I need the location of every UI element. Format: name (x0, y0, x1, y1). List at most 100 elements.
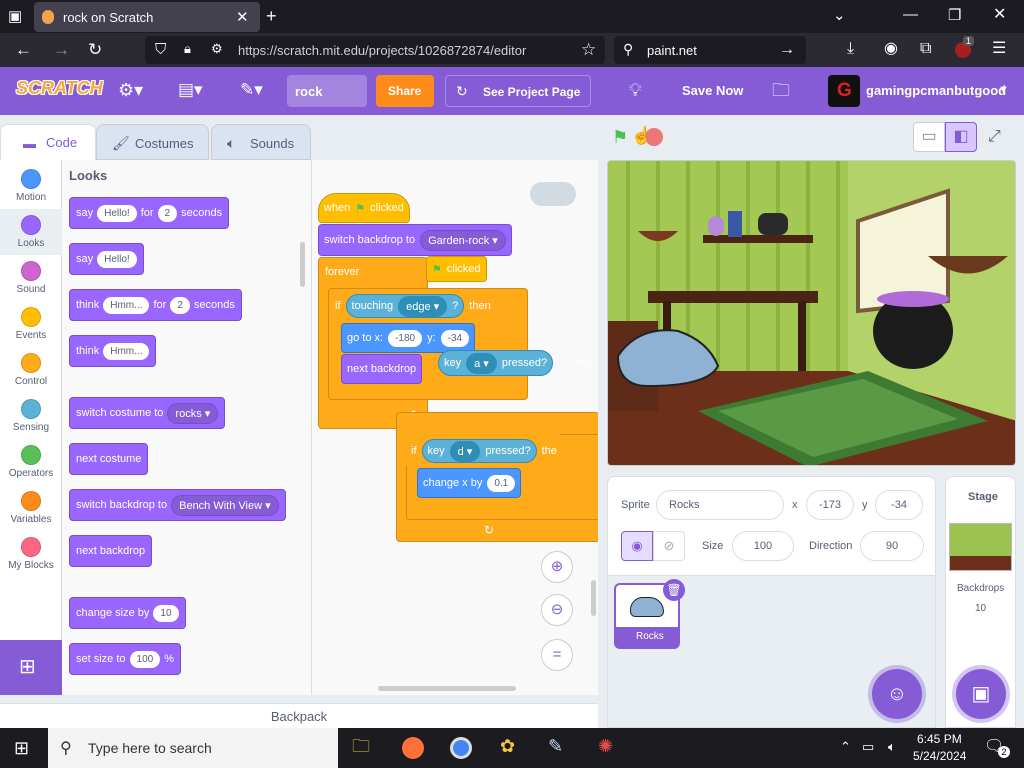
block-input[interactable]: -180 (388, 329, 423, 347)
block-input[interactable]: 0.1 (487, 474, 516, 492)
category-sensing[interactable]: Sensing (0, 393, 62, 439)
account-chevron-down-icon[interactable]: ▼ (998, 85, 1009, 96)
app-menu-icon[interactable]: ☰ (992, 41, 1006, 57)
choose-backdrop-button[interactable]: ▣ (956, 669, 1006, 719)
zoom-reset-button[interactable]: = (541, 639, 573, 671)
search-text[interactable]: paint.net (647, 43, 697, 58)
forward-icon[interactable]: → (53, 41, 70, 58)
vertical-scrollbar[interactable] (591, 580, 596, 616)
tab-sounds[interactable]: 🔈︎ Sounds (211, 124, 311, 160)
volume-icon[interactable]: 🔈︎ (888, 740, 896, 753)
script-area[interactable]: forever ↻ ⚑ clicked if key d ▾ pressed? the… (312, 160, 598, 695)
key-d-pressed-block[interactable]: key d ▾ pressed? (421, 439, 537, 463)
tab-list-icon[interactable]: ▣ (8, 9, 22, 24)
show-sprite-button[interactable]: ◉ (621, 531, 653, 561)
tab-close-icon[interactable]: ✕ (236, 8, 249, 26)
account-icon[interactable]: ◉ (884, 41, 898, 57)
large-stage-button[interactable]: ◧ (945, 122, 977, 152)
file-explorer-icon[interactable]: 🗀︎ (352, 737, 370, 755)
block-think-for-seconds[interactable]: think Hmm... for 2 seconds (69, 289, 242, 321)
firefox-icon[interactable] (402, 737, 424, 759)
stage-canvas[interactable] (607, 160, 1016, 466)
block-think[interactable]: think Hmm... (69, 335, 157, 367)
category-looks[interactable]: Looks (0, 209, 62, 255)
url-text[interactable]: https://scratch.mit.edu/projects/1026872… (238, 43, 526, 58)
restore-icon[interactable]: ❐ (948, 8, 961, 23)
small-stage-button[interactable]: ▭ (913, 122, 945, 152)
sprite-size-input[interactable]: 100 (732, 531, 794, 561)
browser-tab[interactable]: rock on Scratch ✕ (34, 2, 260, 32)
block-input[interactable]: Hello! (97, 204, 137, 222)
block-set-size[interactable]: set size to 100% (69, 643, 181, 675)
block-dropdown[interactable]: Bench With View ▾ (171, 494, 279, 516)
sprite-name-input[interactable]: Rocks (656, 490, 784, 520)
palette-scrollbar[interactable] (300, 242, 305, 287)
backpack-bar[interactable]: Backpack (0, 703, 598, 728)
taskbar-search-box[interactable]: ⚲ Type here to search (48, 728, 338, 768)
block-change-size[interactable]: change size by 10 (69, 597, 186, 629)
downloads-icon[interactable]: ⤓ (847, 41, 854, 57)
horizontal-scrollbar[interactable] (378, 686, 516, 691)
taskbar-search-placeholder[interactable]: Type here to search (88, 740, 212, 756)
bookmark-star-icon[interactable]: ☆ (581, 41, 596, 58)
zoom-in-button[interactable]: ⊕ (541, 551, 573, 583)
tab-code[interactable]: ▬ Code (0, 124, 96, 162)
key-dropdown[interactable]: d ▾ (449, 440, 481, 462)
block-input[interactable]: Hmm... (103, 342, 150, 360)
tab-overflow-chevron-icon[interactable]: ⌄ (833, 8, 846, 23)
tutorials-lightbulb-icon[interactable]: 💡︎ (629, 81, 642, 99)
search-go-icon[interactable]: → (779, 42, 795, 58)
zoom-out-button[interactable]: ⊖ (541, 594, 573, 626)
block-say[interactable]: say Hello! (69, 243, 144, 275)
search-bar[interactable]: ⚲ paint.net → (614, 36, 806, 64)
avatar[interactable]: G (828, 75, 860, 107)
add-extension-button[interactable]: ⊞ (0, 640, 62, 695)
category-operators[interactable]: Operators (0, 439, 62, 485)
block-input[interactable]: 100 (129, 650, 161, 668)
project-title-field[interactable]: rock (287, 75, 367, 107)
shield-icon[interactable]: ⛉ (155, 42, 166, 57)
block-switch-backdrop[interactable]: switch backdrop to Bench With View ▾ (69, 489, 286, 521)
block-input[interactable]: 2 (157, 204, 178, 222)
stage-selector-panel[interactable]: Stage Backdrops 10 ▣ (945, 476, 1016, 728)
category-my-blocks[interactable]: My Blocks (0, 531, 62, 577)
block-say-for-seconds[interactable]: say Hello! for 2 seconds (69, 197, 230, 229)
save-now-button[interactable]: Save Now (682, 83, 743, 98)
fullscreen-icon[interactable]: ⤢ (988, 128, 1001, 146)
edit-menu-icon[interactable]: ✎▾ (240, 81, 263, 98)
share-button[interactable]: Share (376, 75, 434, 107)
extensions-icon[interactable]: ⧉ (920, 41, 931, 57)
my-stuff-folder-icon[interactable]: 🗀︎ (772, 81, 790, 99)
category-sound[interactable]: Sound (0, 255, 62, 301)
category-motion[interactable]: Motion (0, 163, 62, 209)
sprite-direction-input[interactable]: 90 (860, 531, 924, 561)
reload-icon[interactable]: ↻ (88, 41, 102, 58)
sprite-x-input[interactable]: -173 (806, 490, 854, 520)
windows-start-icon[interactable]: ⊞ (14, 739, 29, 757)
touching-dropdown[interactable]: edge ▾ (398, 295, 448, 317)
chrome-icon[interactable] (450, 737, 472, 759)
change-x-block[interactable]: change x by 0.1 (417, 468, 522, 498)
scratch-logo[interactable]: SCRATCH (16, 78, 103, 99)
backdrop-dropdown[interactable]: Garden-rock ▾ (420, 229, 506, 251)
permissions-icon[interactable]: ⚙ (211, 42, 223, 55)
block-input[interactable]: Hmm... (103, 296, 150, 314)
back-icon[interactable]: ← (15, 41, 32, 58)
touching-edge-block[interactable]: touching edge ▾? (345, 294, 465, 318)
block-input[interactable]: -34 (440, 329, 470, 347)
hat-when-flag-clicked[interactable]: when ⚑ clicked (318, 193, 410, 223)
stage-backdrop-thumbnail[interactable] (949, 523, 1012, 571)
see-project-page-button[interactable]: ↻ See Project Page (445, 75, 591, 107)
hide-sprite-button[interactable]: ⊘ (653, 531, 685, 561)
if-touching-row[interactable]: if touching edge ▾? then (330, 290, 496, 322)
url-bar[interactable]: ⛉ 🔒︎ ⚙ https://scratch.mit.edu/projects/… (145, 36, 605, 64)
switch-backdrop-block[interactable]: switch backdrop to Garden-rock ▾ (318, 224, 512, 256)
block-dropdown[interactable]: rocks ▾ (167, 402, 219, 424)
settings-gear-icon[interactable]: ⚙▾ (118, 81, 143, 99)
paint-net-icon[interactable]: ✎ (548, 737, 563, 755)
category-events[interactable]: Events (0, 301, 62, 347)
minimize-icon[interactable]: — (903, 7, 918, 22)
category-control[interactable]: Control (0, 347, 62, 393)
block-input[interactable]: 10 (153, 604, 179, 622)
next-backdrop-block[interactable]: next backdrop (341, 354, 423, 384)
